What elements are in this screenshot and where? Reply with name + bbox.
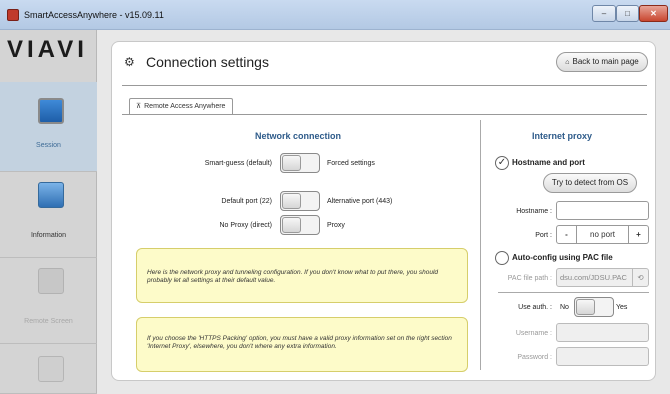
page-title: Connection settings xyxy=(146,54,269,70)
toggle-knob xyxy=(282,155,301,171)
hostname-port-label: Hostname and port xyxy=(512,158,585,167)
main-content: ⚙ Connection settings ⌂ Back to main page… xyxy=(97,30,670,394)
info-note: Here is the network proxy and tunneling … xyxy=(136,248,468,303)
detect-from-os-button[interactable]: Try to detect from OS xyxy=(543,173,637,193)
pac-radio[interactable] xyxy=(495,251,509,265)
no-proxy-label: No Proxy (direct) xyxy=(219,222,272,229)
auth-yes-label: Yes xyxy=(616,304,628,311)
window-title: SmartAccessAnywhere - v15.09.11 xyxy=(24,10,164,20)
home-icon: ⌂ xyxy=(565,59,570,66)
proxy-toggle[interactable] xyxy=(280,215,320,235)
use-auth-label: Use auth. : xyxy=(518,304,552,311)
https-packing-note: If you choose the 'HTTPS Packing' option… xyxy=(136,317,468,372)
auth-no-label: No xyxy=(560,304,569,311)
sidebar-item-label: Remote Screen xyxy=(24,318,73,325)
default-port-label: Default port (22) xyxy=(221,198,272,205)
port-toggle[interactable] xyxy=(280,191,320,211)
header-divider xyxy=(122,85,647,86)
sidebar-item-label: Information xyxy=(30,232,67,239)
monitor-icon xyxy=(38,98,64,124)
gear-icon: ⚙ xyxy=(124,55,135,69)
password-field xyxy=(556,347,649,366)
network-connection-title: Network connection xyxy=(255,131,342,141)
forced-settings-label: Forced settings xyxy=(327,160,375,167)
port-value: no port xyxy=(590,230,615,239)
port-increment-button[interactable]: + xyxy=(628,226,648,243)
password-label: Password : xyxy=(517,354,552,361)
pac-path-value: dsu.com/JDSU.PAC xyxy=(560,273,627,282)
sidebar-item-label: Session xyxy=(36,142,61,149)
toggle-knob xyxy=(576,299,595,315)
sidebar-item-remote-screen: Remote Screen xyxy=(0,258,97,344)
smart-guess-toggle[interactable] xyxy=(280,153,320,173)
port-stepper[interactable]: - no port + xyxy=(556,225,649,244)
refresh-icon: ⟲ xyxy=(632,269,648,286)
settings-panel: ⚙ Connection settings ⌂ Back to main page… xyxy=(111,41,656,381)
hostname-port-radio[interactable]: ✓ xyxy=(495,156,509,170)
info-icon xyxy=(38,182,64,208)
tab-label: Remote Access Anywhere xyxy=(144,103,226,110)
viavi-logo: VIAVI xyxy=(7,36,88,63)
sidebar: VIAVI Session Information Remote Screen xyxy=(0,30,97,394)
close-button[interactable]: ✕ xyxy=(639,5,668,22)
smart-guess-label: Smart-guess (default) xyxy=(204,160,272,167)
title-bar: SmartAccessAnywhere - v15.09.11 – □ ✕ xyxy=(0,0,670,30)
hostname-label: Hostname : xyxy=(516,208,552,215)
alternative-port-label: Alternative port (443) xyxy=(327,198,393,205)
username-label: Username : xyxy=(515,330,552,337)
pac-label: Auto-config using PAC file xyxy=(512,253,613,262)
remote-screen-icon xyxy=(38,268,64,294)
internet-proxy-title: Internet proxy xyxy=(532,131,593,141)
auth-toggle[interactable] xyxy=(574,297,614,317)
port-label: Port : xyxy=(535,232,552,239)
back-to-main-button[interactable]: ⌂ Back to main page xyxy=(556,52,648,72)
transfer-icon xyxy=(38,356,64,382)
tab-remote-access-anywhere[interactable]: ⊼ Remote Access Anywhere xyxy=(129,98,233,115)
hostname-field[interactable] xyxy=(556,201,649,220)
auth-divider xyxy=(498,292,649,293)
column-divider xyxy=(480,120,481,370)
toggle-knob xyxy=(282,217,301,233)
sidebar-item-session[interactable]: Session xyxy=(0,82,97,172)
sidebar-item-transfer xyxy=(0,344,97,394)
maximize-button[interactable]: □ xyxy=(616,5,639,22)
proxy-label: Proxy xyxy=(327,222,345,229)
pac-path-field: dsu.com/JDSU.PAC ⟲ xyxy=(556,268,649,287)
tab-icon: ⊼ xyxy=(136,103,142,110)
port-decrement-button[interactable]: - xyxy=(557,226,577,243)
minimize-button[interactable]: – xyxy=(592,5,616,22)
sidebar-item-information[interactable]: Information xyxy=(0,172,97,258)
username-field xyxy=(556,323,649,342)
pac-path-label: PAC file path : xyxy=(507,275,552,282)
toggle-knob xyxy=(282,193,301,209)
app-icon xyxy=(7,9,19,21)
back-button-label: Back to main page xyxy=(572,57,639,66)
